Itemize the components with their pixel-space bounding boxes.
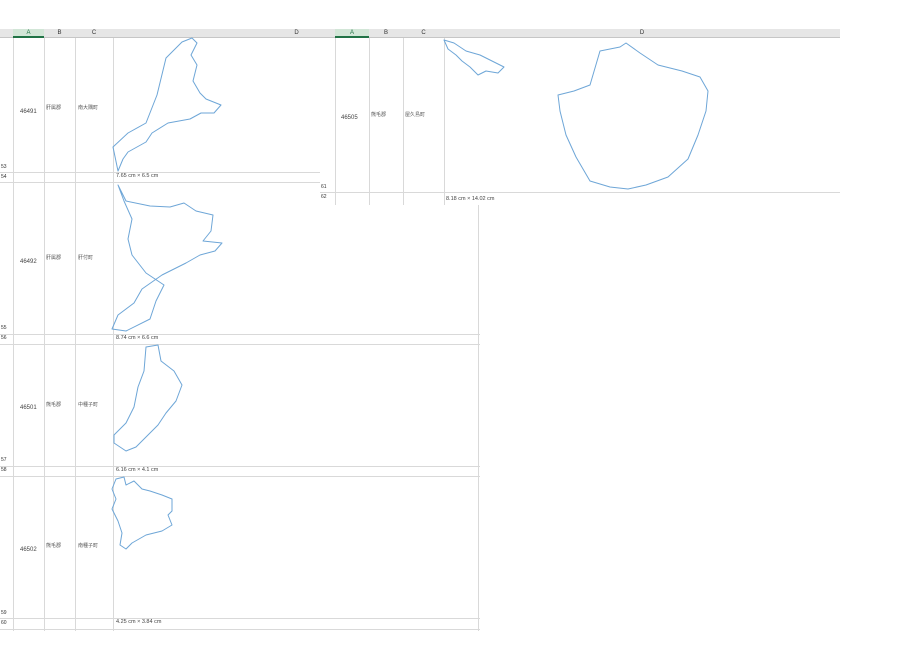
map-outline[interactable]: [320, 29, 840, 205]
right-worksheet: A B C D 61 62 46505 熊毛郡 屋久島町 8.18 cm × 1…: [320, 29, 840, 205]
shape-dimensions: 4.25 cm × 3.84 cm: [116, 619, 162, 625]
shape-dimensions: 8.18 cm × 14.02 cm: [446, 196, 495, 202]
